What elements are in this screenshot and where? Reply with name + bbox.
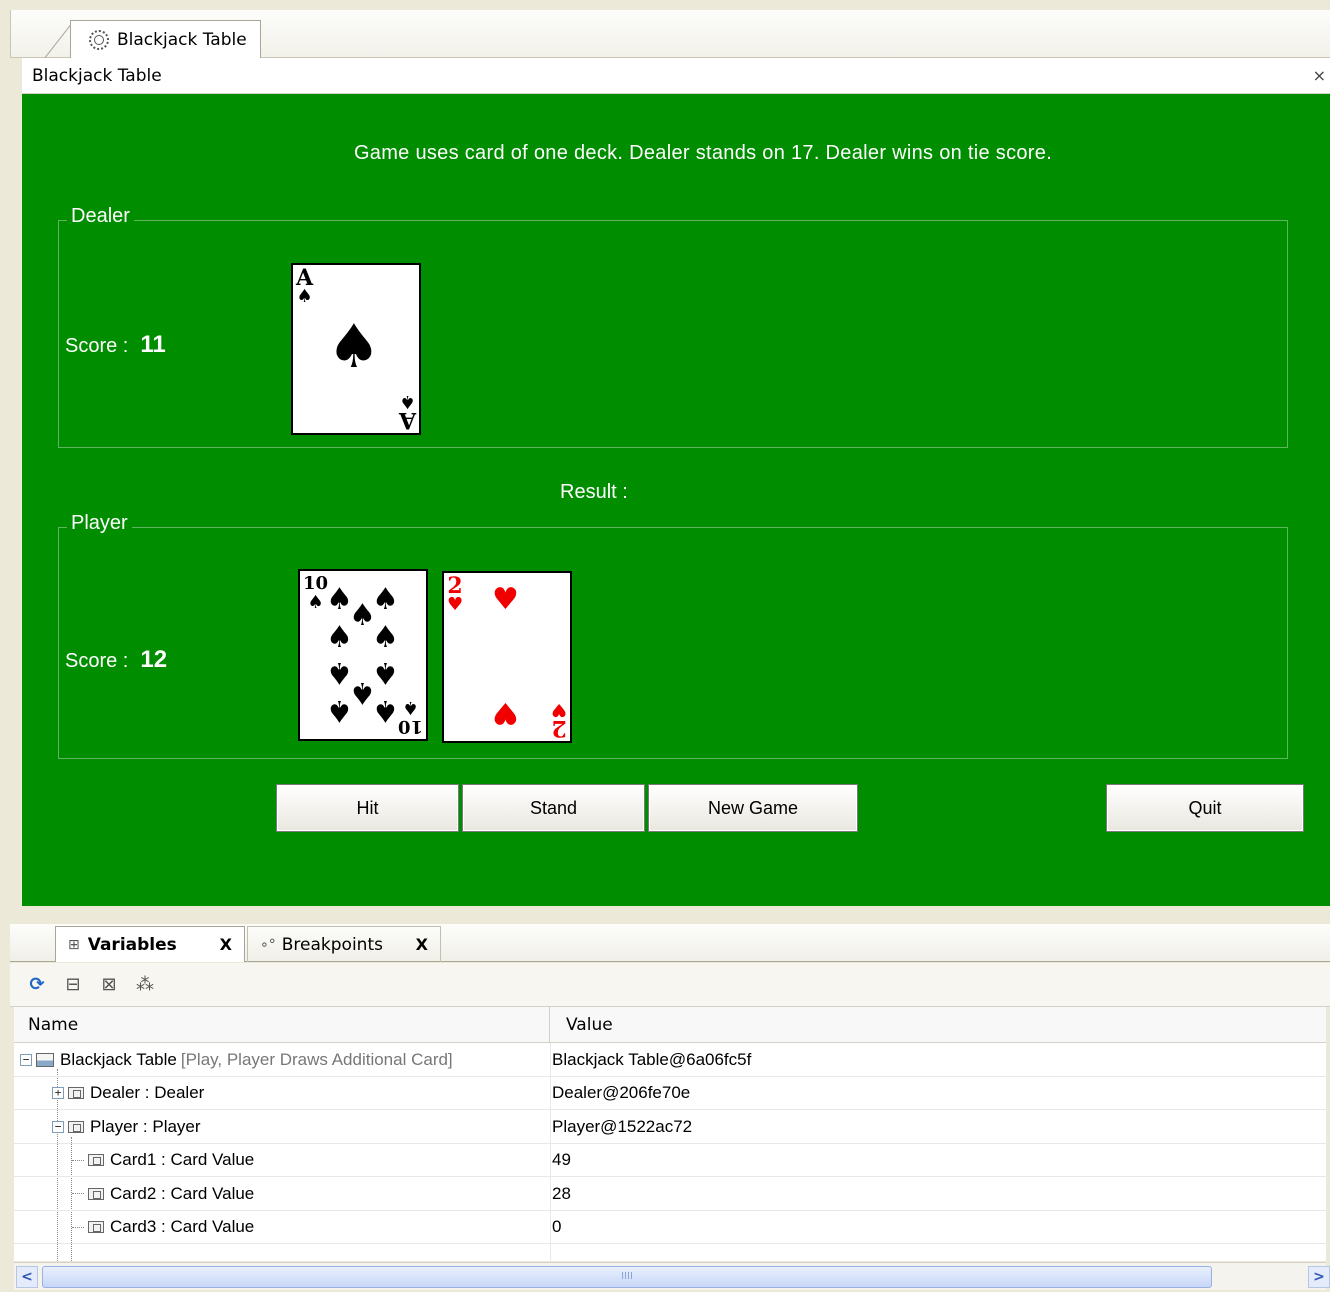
dealer-score: Score : 11 [65,331,166,359]
heart-icon: ♥ [492,695,519,730]
part-icon [68,1120,84,1133]
dealer-card-ace-of-spades: A ♠ ♠ A ♠ [291,263,421,435]
view-title: Blackjack Table [32,65,162,86]
row-extra: [Play, Player Draws Additional Card] [180,1049,453,1069]
card-corner-index: A ♠ [296,265,314,307]
player-group: Player Score : 12 10 ♠ ♠ ♠ ♠ ♠ ♠ ♠ ♠ ♠ ♠ ♠… [58,512,1288,759]
dealer-score-value: 11 [140,331,166,358]
part-icon [68,1087,84,1099]
collapse-all-icon[interactable]: ⊠ [98,974,120,996]
card-corner-index: 2 ♥ [447,573,464,615]
row-name: Card1 : Card Value [110,1150,255,1169]
blackjack-table: Game uses card of one deck. Dealer stand… [22,94,1330,906]
tab-bar-separator [10,10,11,58]
debug-panel: ⊞ Variables X ∘° Breakpoints X ⟳ ⊟ ⊠ ⁂ N… [10,912,1330,1292]
row-value: Dealer@206fe70e [552,1083,691,1102]
table-row[interactable]: − Blackjack Table [Play, Player Draws Ad… [14,1043,1326,1077]
heart-icon: ♥ [492,582,519,617]
row-value: Player@1522ac72 [552,1116,693,1136]
editor-tab-bar: Blackjack Table [10,10,1330,59]
player-card-ten-of-spades: 10 ♠ ♠ ♠ ♠ ♠ ♠ ♠ ♠ ♠ ♠ ♠ 10 ♠ [298,569,428,741]
tab-variables[interactable]: ⊞ Variables X [55,926,245,962]
tab-variables-label: Variables [87,934,177,955]
value-icon [88,1221,104,1233]
row-name: Blackjack Table [60,1049,177,1069]
breakpoints-icon: ∘° [260,936,276,953]
variables-tree: − Blackjack Table [Play, Player Draws Ad… [14,1043,1326,1261]
row-value: Blackjack Table@6a06fc5f [552,1049,752,1069]
refresh-icon[interactable]: ⟳ [26,974,48,996]
editor-tab-label: Blackjack Table [117,30,247,50]
close-icon[interactable]: × [1313,66,1326,85]
collapse-icon[interactable]: − [52,1120,64,1133]
expand-all-icon[interactable]: ⊟ [62,974,84,996]
row-value: 0 [552,1217,562,1236]
stand-button[interactable]: Stand [462,784,645,832]
tree-icon: ⊞ [68,936,80,953]
spade-icon: ♠ [326,620,353,655]
tree-connector [72,1159,84,1161]
tree-connector [72,1193,84,1194]
player-score-label: Score : [65,650,129,672]
close-icon[interactable]: X [416,935,428,954]
row-name: Dealer : Dealer [90,1083,205,1102]
scroll-left-button[interactable]: < [16,1266,38,1288]
value-icon [88,1154,104,1166]
table-row[interactable]: Card3 : Card Value 0 [14,1211,1326,1244]
editor-tab-blackjack-table[interactable]: Blackjack Table [70,20,261,59]
card-corner-index: 2 ♥ [550,699,567,741]
spade-icon: ♠ [327,312,381,382]
debug-tab-bar: ⊞ Variables X ∘° Breakpoints X [10,924,1330,962]
table-row[interactable]: + Dealer : Dealer Dealer@206fe70e [14,1077,1326,1110]
player-score-value: 12 [140,646,168,673]
column-header-name[interactable]: Name [14,1007,550,1043]
card-corner-index: 10 ♠ [397,697,423,737]
spade-icon: ♠ [372,655,399,690]
scroll-right-button[interactable]: > [1308,1266,1330,1288]
row-name: Player : Player [90,1116,201,1136]
row-name: Card2 : Card Value [110,1183,255,1203]
tree-header: Name Value [14,1007,1326,1043]
collapse-icon[interactable]: − [20,1053,32,1066]
table-row[interactable]: Card2 : Card Value 28 [14,1177,1326,1211]
dealer-score-label: Score : [65,335,129,357]
spade-icon: ♠ [372,693,399,728]
result-label: Result : [560,481,628,503]
spade-icon: ♠ [372,620,399,655]
window-icon [36,1052,54,1067]
sort-icon[interactable]: ⁂ [134,974,156,996]
spade-icon: ♠ [372,582,399,617]
dealer-group: Dealer Score : 11 A ♠ ♠ A ♠ [58,205,1288,448]
hit-button[interactable]: Hit [276,784,459,832]
player-group-title: Player [67,512,132,535]
player-card-two-of-hearts: 2 ♥ ♥ ♥ 2 ♥ [442,571,572,743]
tree-connector [72,1226,84,1228]
value-icon [88,1187,104,1200]
horizontal-scrollbar[interactable]: < IIII > [14,1262,1330,1290]
tab-slant [40,20,71,59]
quit-button[interactable]: Quit [1106,784,1304,832]
row-value: 28 [552,1183,571,1203]
scrollbar-thumb[interactable]: IIII [42,1266,1212,1288]
card-corner-index: A ♠ [398,391,416,433]
tab-breakpoints-label: Breakpoints [281,934,383,955]
player-score: Score : 12 [65,646,167,674]
card-corner-index: 10 ♠ [303,573,329,613]
variables-toolbar: ⟳ ⊟ ⊠ ⁂ [10,963,1330,1007]
table-row[interactable]: Card1 : Card Value 49 [14,1144,1326,1177]
row-name: Card3 : Card Value [110,1217,255,1236]
tab-breakpoints[interactable]: ∘° Breakpoints X [247,926,441,962]
gear-icon [89,30,109,50]
row-value: 49 [552,1150,571,1169]
rules-text: Game uses card of one deck. Dealer stand… [353,142,1053,164]
close-icon[interactable]: X [220,935,232,954]
dealer-group-title: Dealer [67,205,134,228]
new-game-button[interactable]: New Game [648,784,858,832]
column-header-value[interactable]: Value [551,1007,1326,1043]
expand-icon[interactable]: + [52,1087,64,1099]
spade-icon: ♠ [326,693,353,728]
view-title-bar: Blackjack Table [22,58,1330,94]
table-row[interactable]: − Player : Player Player@1522ac72 [14,1110,1326,1144]
